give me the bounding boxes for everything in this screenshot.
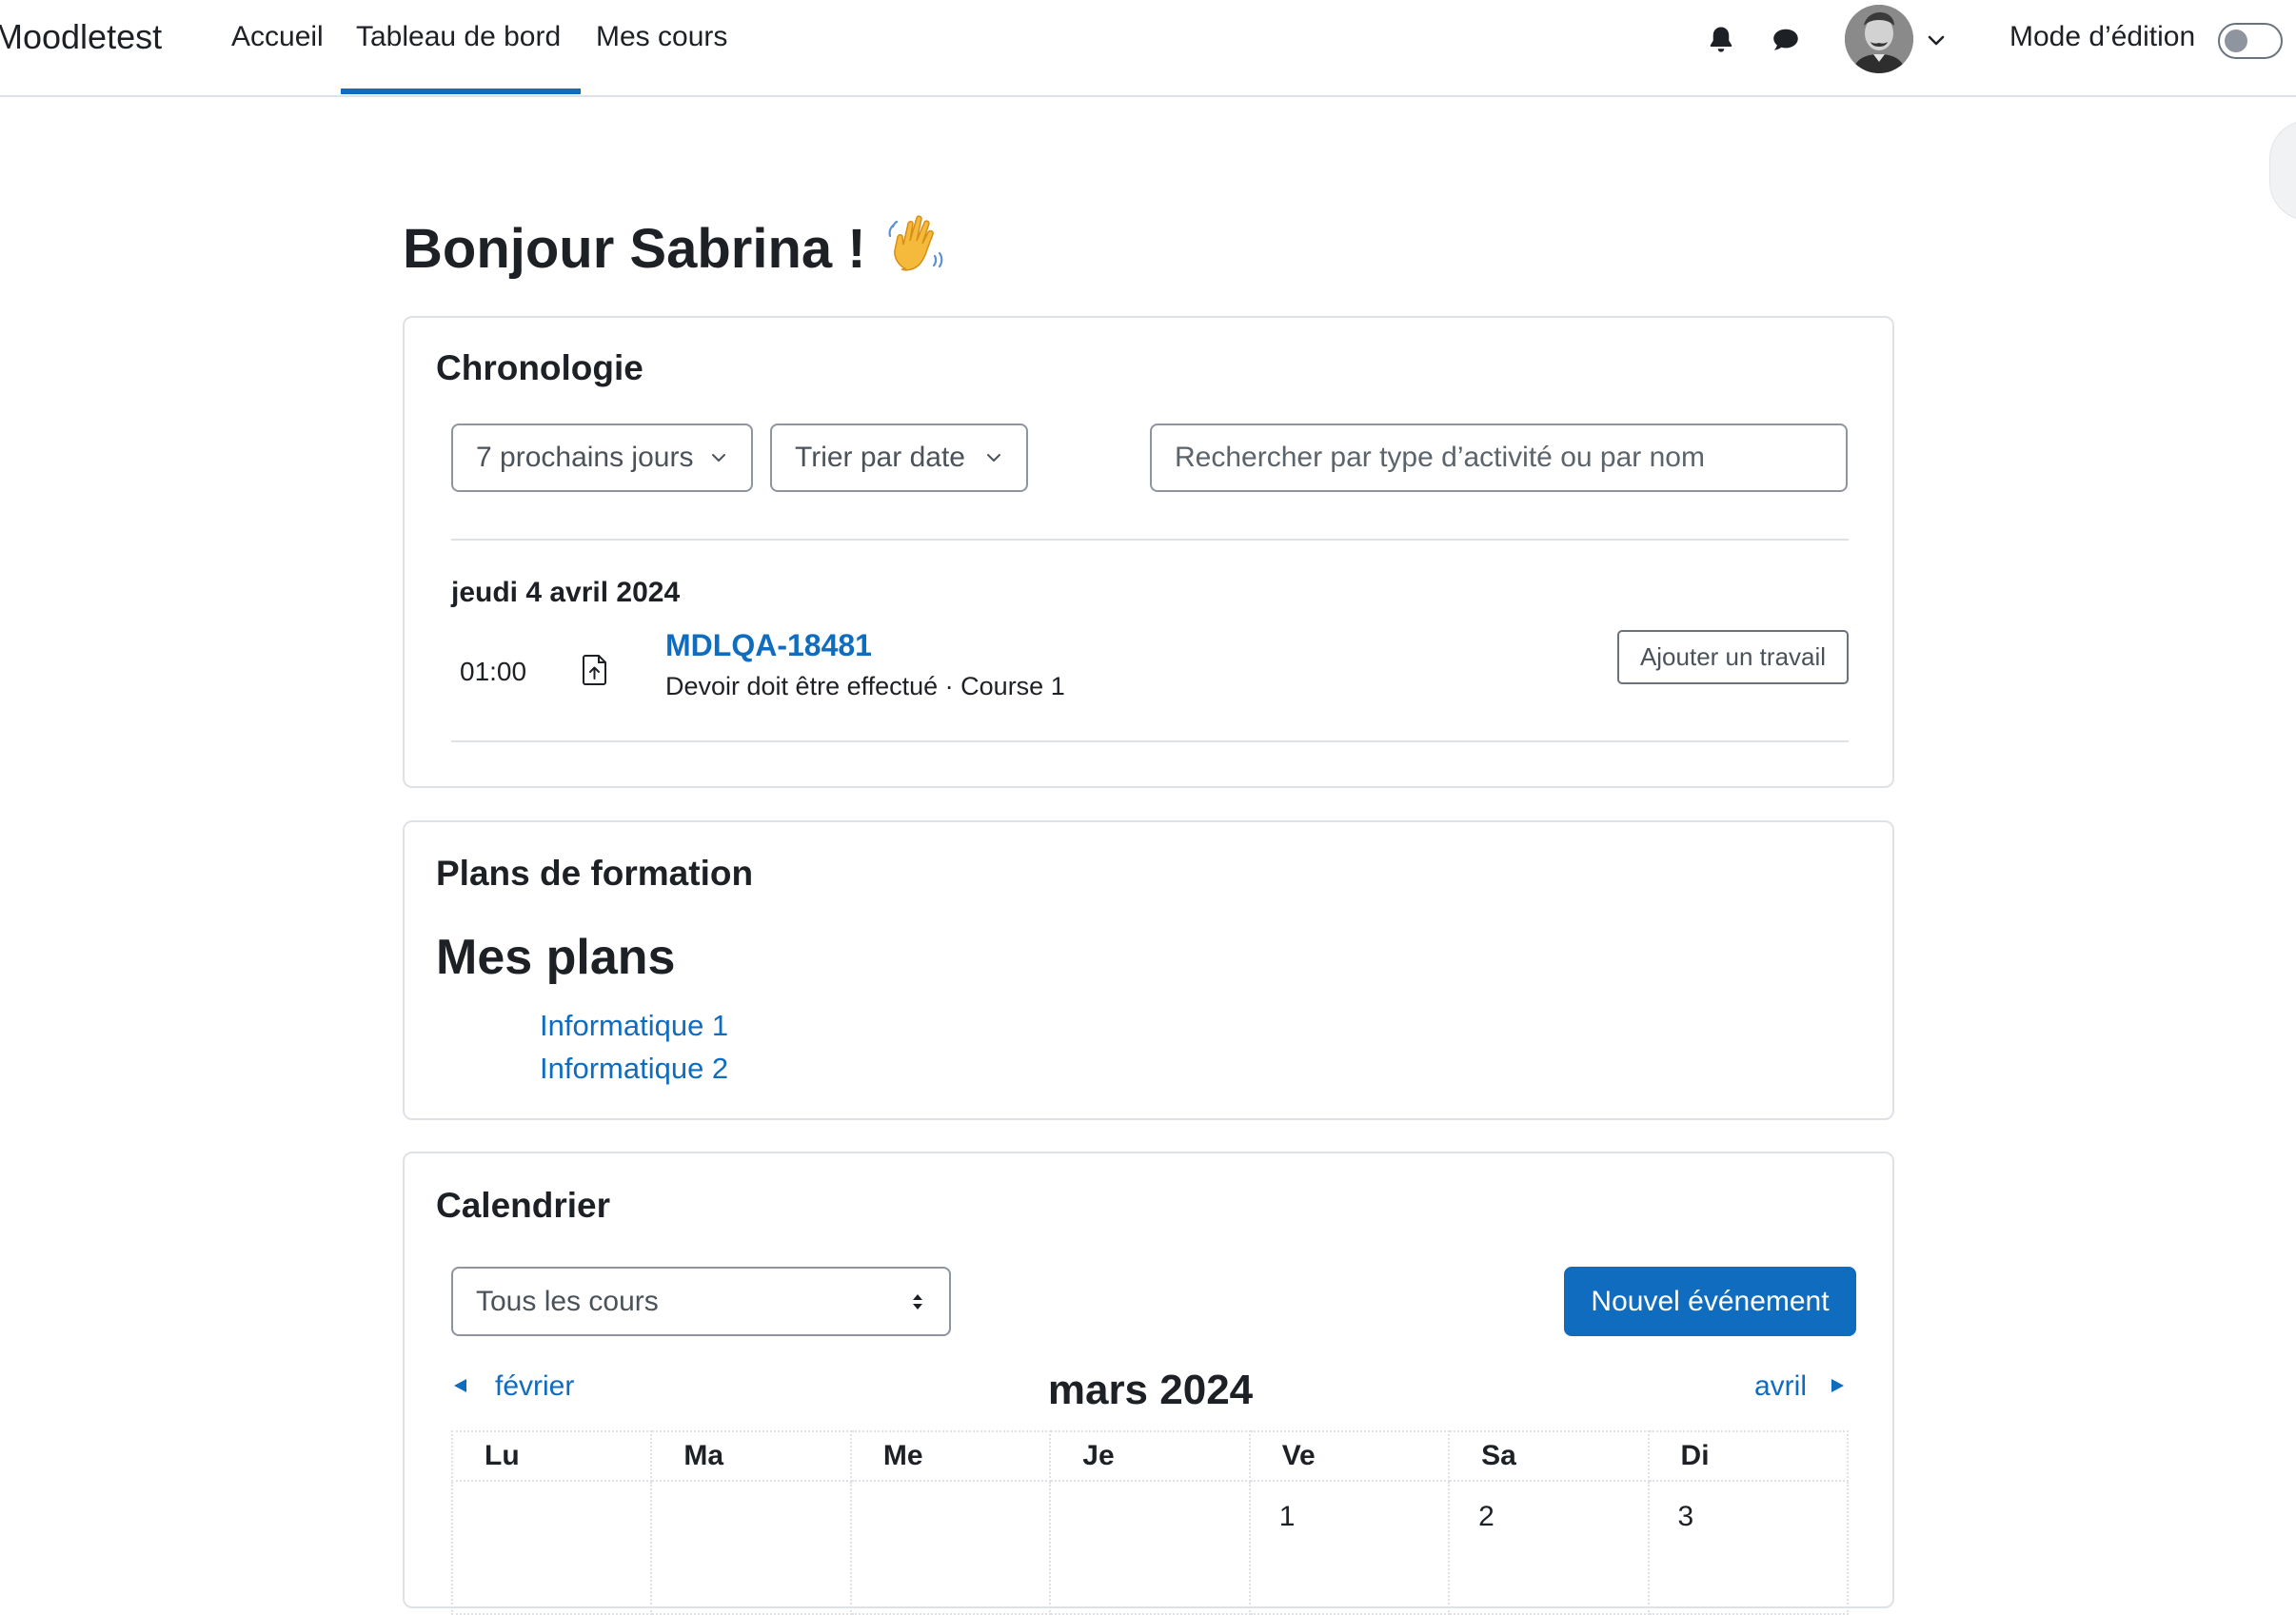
weekday-header: Sa [1448,1430,1650,1482]
calendar-day-cell[interactable]: 1 [1248,1480,1451,1615]
timeline-sort-dropdown[interactable]: Trier par date [770,423,1028,492]
current-month-title: mars 2024 [1047,1367,1254,1413]
user-menu-chevron-icon[interactable] [1925,29,1948,51]
nav-link-home[interactable]: Accueil [231,21,324,53]
weekday-header: Lu [450,1430,653,1482]
timeline-title: Chronologie [436,348,643,387]
calendar-day-cell [1049,1480,1251,1615]
calendar-month-grid: Lu Ma Me Je Ve Sa Di 1 2 3 [450,1430,1850,1615]
timeline-sort-label: Trier par date [795,442,965,473]
chevron-down-icon [987,454,1000,462]
site-brand[interactable]: Moodletest [0,17,162,57]
timeline-date-heading: jeudi 4 avril 2024 [451,577,681,608]
timeline-day-filter-label: 7 prochains jours [476,442,694,473]
learning-plans-block: Plans de formation Mes plans Informatiqu… [403,820,1894,1120]
waving-hand-icon [888,215,943,271]
page-greeting: Bonjour Sabrina ! [403,214,948,281]
calendar-block: Calendrier Tous les cours Nouvel événeme… [403,1152,1894,1615]
weekday-header: Di [1647,1430,1850,1482]
calendar-day-cell [450,1480,653,1615]
nav-link-dashboard[interactable]: Tableau de bord [356,21,561,53]
add-submission-button[interactable]: Ajouter un travail [1617,630,1849,684]
edit-mode-toggle[interactable] [2218,23,2283,59]
plan-link[interactable]: Informatique 1 [540,1009,728,1043]
weekday-header: Ve [1248,1430,1451,1482]
learning-plans-title: Plans de formation [436,854,754,893]
assignment-upload-icon [583,655,606,685]
weekday-header: Me [849,1430,1052,1482]
triangle-right-icon [1831,1379,1844,1392]
event-description: Devoir doit être effectué · Course 1 [665,672,1065,700]
new-event-button[interactable]: Nouvel événement [1564,1267,1856,1336]
weekday-header: Ma [650,1430,852,1482]
event-time: 01:00 [460,657,527,686]
user-avatar[interactable] [1845,5,1913,73]
calendar-week-row: 1 2 3 [450,1480,1850,1615]
select-updown-arrows-icon [913,1294,922,1310]
messages-chat-icon[interactable] [1769,23,1803,57]
calendar-day-cell [650,1480,852,1615]
calendar-day-cell[interactable]: 2 [1448,1480,1650,1615]
calendar-day-cell[interactable]: 3 [1647,1480,1850,1615]
nav-link-my-courses[interactable]: Mes cours [596,21,727,53]
active-nav-indicator [341,89,581,94]
calendar-course-select[interactable]: Tous les cours [451,1267,951,1336]
edit-mode-label: Mode d’édition [2009,21,2196,52]
next-month-label: avril [1753,1370,1807,1402]
notifications-bell-icon[interactable] [1704,23,1738,57]
chevron-down-icon [712,454,725,462]
calendar-title: Calendrier [436,1186,611,1225]
next-month-link[interactable]: avril [1754,1370,1847,1403]
timeline-day-filter-dropdown[interactable]: 7 prochains jours [451,423,753,492]
top-navbar: Moodletest Accueil Tableau de bord Mes c… [0,0,2296,97]
divider [451,740,1849,742]
right-drawer-toggle[interactable] [2269,120,2296,221]
event-activity-link[interactable]: MDLQA-18481 [665,628,872,663]
plan-link[interactable]: Informatique 2 [540,1052,728,1086]
timeline-block: Chronologie 7 prochains jours Trier par … [403,316,1894,788]
course-select-value: Tous les cours [476,1286,659,1317]
edit-mode-toggle-knob [2225,30,2247,52]
calendar-day-cell [849,1480,1052,1615]
my-plans-heading: Mes plans [436,930,676,985]
timeline-search-input[interactable]: Rechercher par type d’activité ou par no… [1150,423,1848,492]
divider [451,539,1849,541]
weekday-header: Je [1049,1430,1251,1482]
greeting-text: Bonjour Sabrina ! [403,218,866,280]
weekday-header-row: Lu Ma Me Je Ve Sa Di [450,1430,1850,1482]
